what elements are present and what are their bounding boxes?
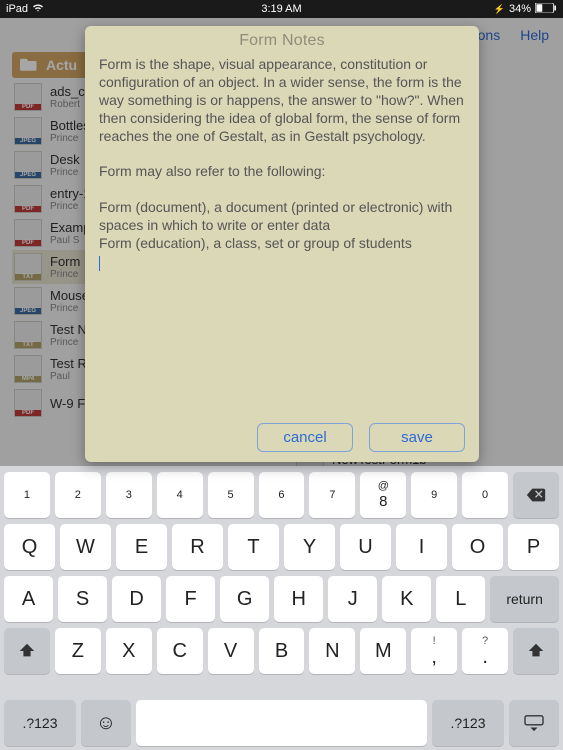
key-z[interactable]: Z bbox=[55, 628, 101, 674]
notes-textarea[interactable]: Form is the shape, visual appearance, co… bbox=[99, 56, 465, 415]
key-q[interactable]: Q bbox=[4, 524, 55, 570]
key-shift-left[interactable] bbox=[4, 628, 50, 674]
key-w[interactable]: W bbox=[60, 524, 111, 570]
key-@[interactable]: @8 bbox=[360, 472, 406, 518]
carrier-label: iPad bbox=[6, 3, 28, 15]
key-h[interactable]: H bbox=[274, 576, 323, 622]
key-3[interactable]: 3 bbox=[106, 472, 152, 518]
key-2[interactable]: 2 bbox=[55, 472, 101, 518]
key-m[interactable]: M bbox=[360, 628, 406, 674]
clock: 3:19 AM bbox=[261, 3, 301, 15]
battery-percent: 34% bbox=[509, 3, 531, 15]
key-i[interactable]: I bbox=[396, 524, 447, 570]
modal-title: Form Notes bbox=[99, 32, 465, 50]
key-a[interactable]: A bbox=[4, 576, 53, 622]
status-bar: iPad 3:19 AM ⚡ 34% bbox=[0, 0, 563, 18]
key-symbols[interactable]: .?123 bbox=[4, 700, 76, 746]
charge-icon: ⚡ bbox=[494, 4, 505, 15]
key-period[interactable]: ?. bbox=[462, 628, 508, 674]
key-f[interactable]: F bbox=[166, 576, 215, 622]
key-0[interactable]: 0 bbox=[462, 472, 508, 518]
key-return[interactable]: return bbox=[490, 576, 559, 622]
key-backspace[interactable] bbox=[513, 472, 559, 518]
key-emoji[interactable]: ☺ bbox=[81, 700, 131, 746]
key-space[interactable] bbox=[136, 700, 427, 746]
key-5[interactable]: 5 bbox=[208, 472, 254, 518]
wifi-icon bbox=[32, 3, 44, 16]
key-p[interactable]: P bbox=[508, 524, 559, 570]
key-9[interactable]: 9 bbox=[411, 472, 457, 518]
key-6[interactable]: 6 bbox=[259, 472, 305, 518]
key-r[interactable]: R bbox=[172, 524, 223, 570]
key-v[interactable]: V bbox=[208, 628, 254, 674]
key-d[interactable]: D bbox=[112, 576, 161, 622]
key-t[interactable]: T bbox=[228, 524, 279, 570]
key-g[interactable]: G bbox=[220, 576, 269, 622]
key-k[interactable]: K bbox=[382, 576, 431, 622]
key-hide-keyboard[interactable] bbox=[509, 700, 559, 746]
on-screen-keyboard: 1234567@890 QWERTYUIOP ASDFGHJKLreturn Z… bbox=[0, 466, 563, 750]
key-7[interactable]: 7 bbox=[309, 472, 355, 518]
key-x[interactable]: X bbox=[106, 628, 152, 674]
key-shift-right[interactable] bbox=[513, 628, 559, 674]
cancel-button[interactable]: cancel bbox=[257, 423, 353, 452]
key-b[interactable]: B bbox=[259, 628, 305, 674]
key-1[interactable]: 1 bbox=[4, 472, 50, 518]
key-o[interactable]: O bbox=[452, 524, 503, 570]
save-button[interactable]: save bbox=[369, 423, 465, 452]
key-4[interactable]: 4 bbox=[157, 472, 203, 518]
key-e[interactable]: E bbox=[116, 524, 167, 570]
key-y[interactable]: Y bbox=[284, 524, 335, 570]
key-comma[interactable]: !, bbox=[411, 628, 457, 674]
key-s[interactable]: S bbox=[58, 576, 107, 622]
key-n[interactable]: N bbox=[309, 628, 355, 674]
key-c[interactable]: C bbox=[157, 628, 203, 674]
key-j[interactable]: J bbox=[328, 576, 377, 622]
key-u[interactable]: U bbox=[340, 524, 391, 570]
battery-icon bbox=[535, 3, 557, 16]
app-area: ons Help Actu PDFads_cRobertJPEGBottlesP… bbox=[0, 18, 563, 466]
form-notes-modal: Form Notes Form is the shape, visual app… bbox=[85, 26, 479, 462]
key-symbols-right[interactable]: .?123 bbox=[432, 700, 504, 746]
text-cursor bbox=[99, 256, 100, 271]
key-l[interactable]: L bbox=[436, 576, 485, 622]
